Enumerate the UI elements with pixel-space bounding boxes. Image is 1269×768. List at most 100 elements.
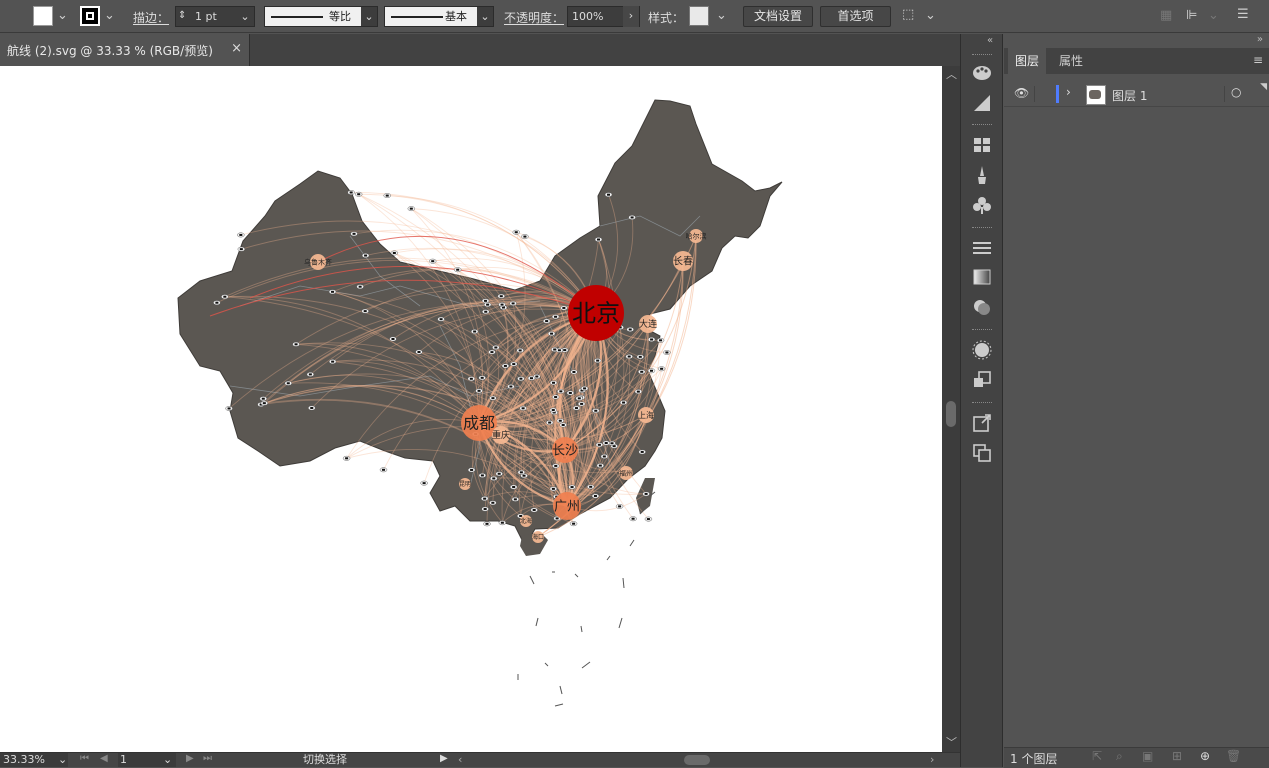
menu-icon[interactable]: ☰ (1237, 7, 1249, 22)
appearance-icon[interactable] (971, 339, 993, 361)
stroke-panel-icon[interactable] (971, 237, 993, 259)
airport-dot-label (480, 376, 484, 379)
layer-name[interactable]: 图层 1 (1112, 87, 1147, 104)
chevron-down-icon[interactable]: ⌄ (361, 7, 377, 26)
airport-dot-label (331, 360, 335, 363)
fill-swatch[interactable] (33, 6, 53, 26)
city-label: 长春 (673, 256, 693, 268)
airport-dot-label (659, 339, 663, 342)
export-icon[interactable] (971, 412, 993, 434)
chevron-right-icon[interactable]: › (1066, 85, 1071, 99)
stepper-icon[interactable]: ⇕ (178, 6, 186, 25)
airport-dot-label (561, 423, 565, 426)
page-field[interactable]: 1 ⌄ (118, 753, 176, 767)
airport-dot-label (580, 402, 584, 405)
chevron-right-icon[interactable]: › (623, 6, 639, 27)
target-circle-icon[interactable]: ○ (1231, 85, 1241, 99)
graphic-style-swatch[interactable] (689, 6, 709, 26)
scroll-up-icon[interactable]: ︿ (946, 66, 957, 82)
airport-dot-label (385, 194, 389, 197)
stroke-swatch[interactable] (80, 6, 100, 26)
document-setup-button[interactable]: 文档设置 (743, 6, 813, 27)
new-layer-icon[interactable]: ⊕ (1200, 749, 1210, 763)
preferences-button[interactable]: 首选项 (820, 6, 891, 27)
selection-tool-icon[interactable]: ⬚ (902, 7, 914, 22)
artboard[interactable]: 北京 成都 长沙 广州 重庆 大连 长春 上海 哈尔滨 乌鲁木齐 海口 福州 昆明 北海 (0, 66, 942, 752)
airport-dot-label (261, 397, 265, 400)
visibility-eye-icon[interactable]: 👁 (1014, 86, 1029, 100)
airport-dot-label (628, 328, 632, 331)
canvas-area[interactable]: 北京 成都 长沙 广州 重庆 大连 长春 上海 哈尔滨 乌鲁木齐 海口 福州 昆明 北海 (0, 66, 942, 752)
vertical-scrollbar[interactable]: ︿ ﹀ (942, 66, 960, 752)
china-route-map[interactable]: 北京成都长沙广州 重庆 大连 长春上海 哈尔滨乌鲁木齐海口 福州昆明北海 (0, 66, 942, 752)
next-page-icon[interactable]: ▶ (186, 753, 194, 764)
airport-dot-label (456, 268, 460, 271)
locate-object-icon[interactable]: ⌕ (1116, 749, 1123, 764)
chevron-down-icon[interactable]: ⌄ (58, 753, 67, 767)
chevron-down-icon[interactable]: ⌄ (239, 7, 251, 26)
opacity-label[interactable]: 不透明度： (504, 9, 564, 26)
close-icon[interactable]: × (231, 41, 242, 56)
graphic-styles-icon[interactable] (971, 369, 993, 391)
variable-width-profile[interactable]: 等比 ⌄ (264, 6, 378, 27)
expand-icon[interactable]: » (1257, 34, 1263, 45)
prev-page-icon[interactable]: ◀ (100, 753, 108, 764)
tab-properties[interactable]: 属性 (1052, 48, 1090, 74)
new-sublayer-icon[interactable]: ⊞ (1172, 749, 1182, 763)
chevron-down-icon[interactable]: ⌄ (1208, 8, 1219, 23)
status-mode[interactable]: 切换选择 (303, 753, 347, 767)
airport-dot-label (345, 457, 349, 460)
tab-layers[interactable]: 图层 (1008, 48, 1046, 74)
airport-dot-label (535, 375, 539, 378)
brush-definition[interactable]: 基本 ⌄ (384, 6, 494, 27)
scroll-right-icon[interactable]: › (930, 753, 934, 766)
grip (972, 124, 992, 128)
delete-layer-icon[interactable]: 🗑 (1226, 749, 1241, 763)
document-tab[interactable]: 航线 (2).svg @ 33.33 % (RGB/预览) × (0, 34, 250, 66)
chevron-down-icon[interactable]: ⌄ (477, 7, 493, 26)
airport-dot-label (470, 468, 474, 471)
stroke-dropdown-chevron-icon[interactable]: ⌄ (104, 8, 115, 23)
layer-count: 1 个图层 (1010, 752, 1058, 766)
export-asset-icon[interactable]: ⇱ (1092, 749, 1102, 763)
arrange-icon[interactable]: ▦ (1160, 8, 1172, 23)
scroll-thumb[interactable] (946, 401, 956, 427)
hscroll-thumb[interactable] (684, 755, 710, 765)
stroke-label[interactable]: 描边： (133, 9, 169, 26)
airport-dot-label (594, 409, 598, 412)
scroll-down-icon[interactable]: ﹀ (946, 734, 957, 750)
airport-dot-label (382, 468, 386, 471)
style-dropdown-chevron-icon[interactable]: ⌄ (716, 8, 727, 23)
opacity-field[interactable]: 100% › (567, 6, 640, 27)
align-icon[interactable]: ⊫ (1186, 8, 1197, 23)
chevron-down-icon[interactable]: ⌄ (163, 753, 172, 767)
clipping-mask-icon[interactable]: ▣ (1142, 749, 1153, 763)
airport-dot-label (646, 518, 650, 521)
city-label: 北海 (520, 517, 532, 525)
brushes-icon[interactable] (971, 164, 993, 186)
fill-dropdown-chevron-icon[interactable]: ⌄ (57, 8, 68, 23)
airport-dot-label (597, 443, 601, 446)
stroke-weight-field[interactable]: ⇕ 1 pt ⌄ (175, 6, 255, 27)
chevron-down-icon[interactable]: ⌄ (925, 8, 936, 23)
color-guide-icon[interactable] (971, 92, 993, 114)
status-menu-icon[interactable]: ▶ (440, 753, 448, 764)
symbols-icon[interactable] (971, 194, 993, 216)
airport-dot-label (558, 419, 562, 422)
scroll-left-icon[interactable]: ‹ (458, 753, 462, 766)
airport-dot-label (357, 193, 361, 196)
gradient-icon[interactable] (971, 266, 993, 288)
first-page-icon[interactable]: ⏮ (80, 753, 89, 764)
color-palette-icon[interactable] (971, 62, 993, 84)
airport-dot-label (227, 407, 231, 410)
layer-row[interactable]: 👁 › 图层 1 ○ ◥ (1004, 82, 1269, 107)
artboards-icon[interactable] (971, 442, 993, 464)
last-page-icon[interactable]: ⏭ (203, 753, 212, 764)
swatches-icon[interactable] (971, 134, 993, 156)
transparency-icon[interactable] (971, 296, 993, 318)
collapse-icon[interactable]: « (987, 35, 993, 46)
airport-dot-label (577, 397, 581, 400)
airport-dot-label (500, 303, 504, 306)
panel-menu-icon[interactable]: ≡ (1253, 53, 1263, 67)
zoom-field[interactable]: 33.33% ⌄ (0, 753, 68, 767)
